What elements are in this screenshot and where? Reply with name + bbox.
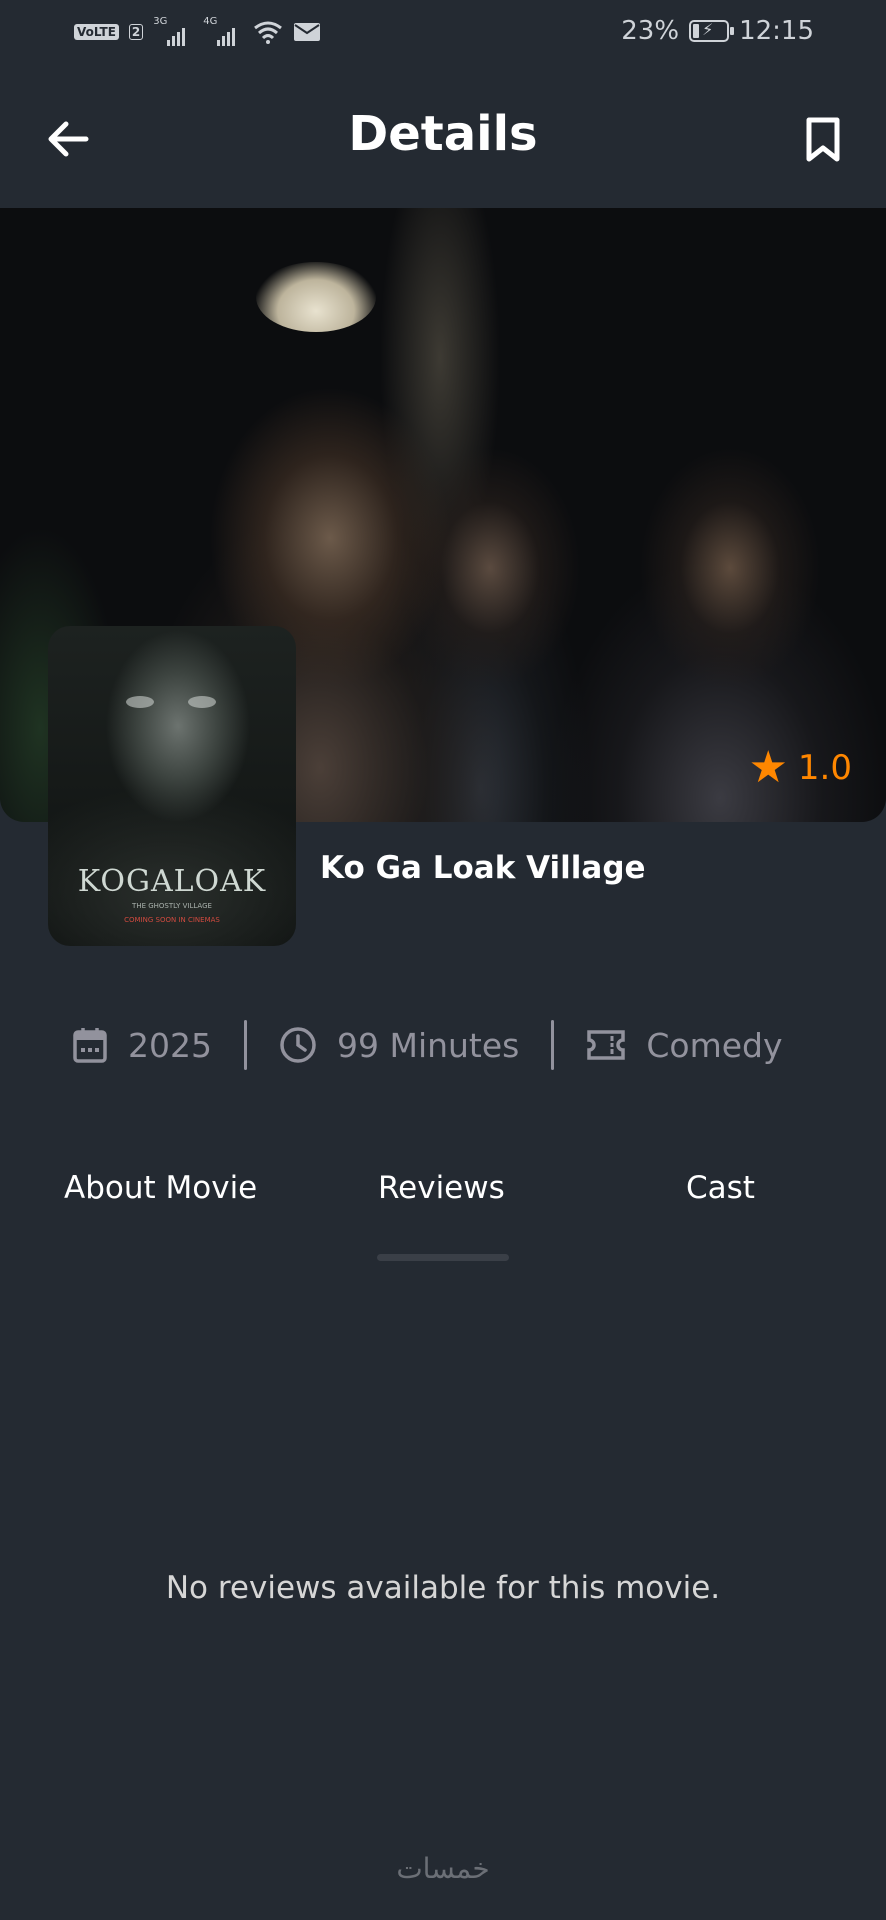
- clock: 12:15: [739, 16, 814, 46]
- rating-badge: ★ 1.0: [748, 746, 852, 790]
- meta-genre: Comedy: [586, 1025, 783, 1065]
- empty-reviews-message: No reviews available for this movie.: [165, 1570, 721, 1606]
- watermark: خمسات: [396, 1852, 490, 1885]
- detail-tabs: About Movie Reviews Cast: [0, 1170, 886, 1262]
- tab-cast[interactable]: Cast: [686, 1170, 755, 1206]
- battery-percent: 23%: [621, 16, 680, 46]
- poster-logo: KOGALOAK: [77, 864, 267, 899]
- mail-icon: [294, 23, 321, 41]
- status-bar-right: 23% ⚡ 12:15: [621, 16, 814, 46]
- poster-subtitle: THE GHOSTLY VILLAGE: [132, 902, 212, 910]
- wifi-icon: [254, 21, 283, 44]
- meta-divider: [551, 1020, 555, 1070]
- bookmark-button[interactable]: [798, 114, 848, 166]
- status-bar: VoLTE 2 3G 4G 23% ⚡ 12:15: [0, 0, 886, 70]
- duration-text: 99 Minutes: [336, 1025, 520, 1065]
- calendar-icon: [73, 1028, 107, 1063]
- ticket-icon: [587, 1030, 626, 1060]
- clock-icon: [280, 1027, 316, 1063]
- battery-icon: ⚡: [689, 20, 735, 42]
- rating-value: 1.0: [797, 748, 852, 788]
- page-title: Details: [348, 106, 538, 162]
- bookmark-icon: [806, 117, 840, 162]
- movie-title: Ko Ga Loak Village: [320, 850, 646, 886]
- star-icon: ★: [748, 742, 788, 793]
- status-bar-left: VoLTE 2 3G 4G: [74, 16, 321, 46]
- meta-year: 2025: [72, 1026, 212, 1065]
- sim-slot-badge: 2: [128, 24, 144, 40]
- active-tab-indicator: [377, 1254, 509, 1261]
- network-type-4g: 4G: [203, 16, 218, 27]
- movie-poster: KOGALOAK THE GHOSTLY VILLAGE COMING SOON…: [48, 626, 296, 946]
- volte-badge: VoLTE: [74, 24, 119, 40]
- meta-divider: [243, 1020, 247, 1070]
- signal-icon: 3G: [153, 16, 193, 46]
- signal-icon: 4G: [203, 16, 243, 46]
- network-type-3g: 3G: [153, 16, 168, 27]
- year-text: 2025: [128, 1025, 212, 1065]
- tab-about-movie[interactable]: About Movie: [64, 1170, 257, 1206]
- genre-text: Comedy: [646, 1025, 783, 1065]
- tab-reviews[interactable]: Reviews: [378, 1170, 505, 1206]
- poster-tagline: COMING SOON IN CINEMAS: [124, 916, 220, 924]
- backdrop-detail: [256, 262, 376, 332]
- movie-meta-row: 2025 99 Minutes Comedy: [0, 1018, 886, 1072]
- app-bar: Details: [0, 70, 886, 208]
- meta-duration: 99 Minutes: [279, 1026, 519, 1065]
- poster-face: [126, 696, 226, 716]
